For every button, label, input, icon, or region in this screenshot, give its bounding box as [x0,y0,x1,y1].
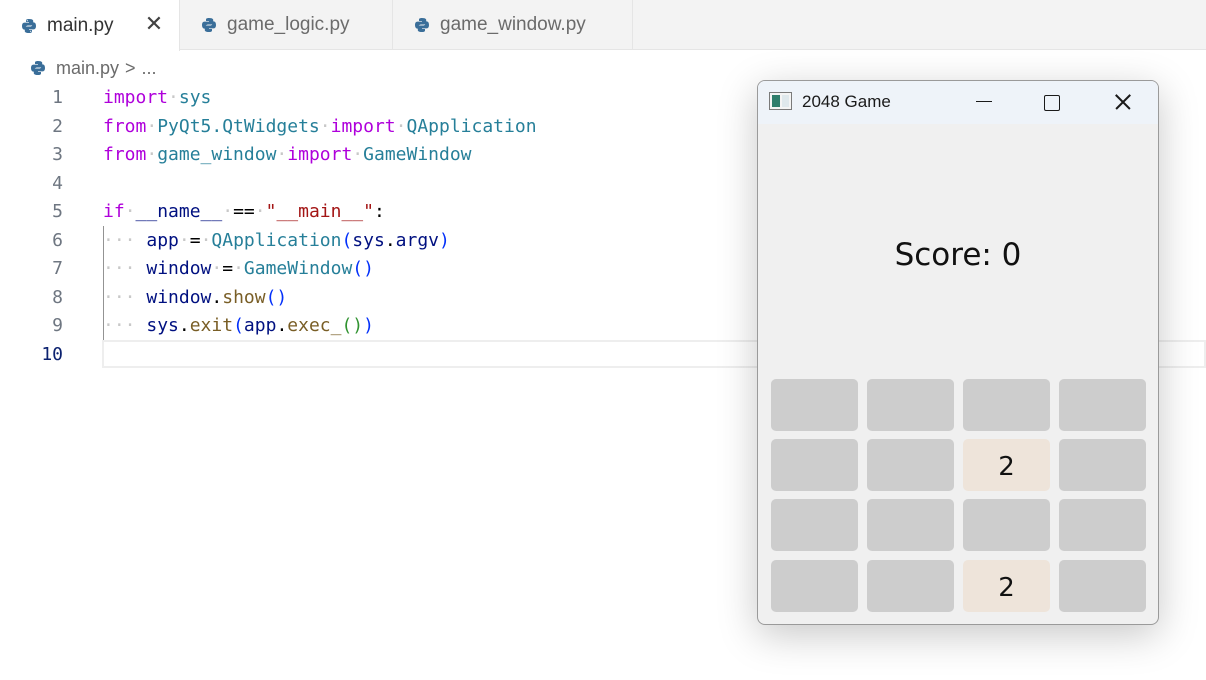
grid-tile [867,379,954,431]
code-text: from·PyQt5.QtWidgets·import·QApplication [103,115,537,137]
grid-tile [771,439,858,491]
grid-tile [771,560,858,612]
line-number: 2 [52,115,63,137]
grid-tile [963,379,1050,431]
breadcrumb-file[interactable]: main.py [56,58,119,79]
grid-tile [867,499,954,551]
python-icon [202,18,216,32]
chevron-right-icon: > [125,57,136,78]
tab-main-py[interactable]: main.py ✕ [0,0,180,51]
window-title-bar[interactable]: 2048 Game [758,81,1158,124]
code-text: ··· sys.exit(app.exec_()) [103,315,374,336]
grid-tile [1059,560,1146,612]
tab-game-window-py[interactable]: game_window.py [393,0,633,50]
grid-tile [1059,379,1146,431]
tab-label: game_window.py [440,14,586,35]
tab-label: main.py [47,14,114,36]
score-label: Score: 0 [894,237,1022,273]
grid-tile: 2 [963,560,1050,612]
python-icon [22,18,36,33]
app-icon [769,92,792,110]
line-number: 1 [52,87,63,108]
tab-bar: main.py ✕ game_logic.py game_window.py [0,0,1206,51]
game-window[interactable]: 2048 Game Score: 0 2 2 [757,80,1159,625]
line-number: 6 [52,229,63,251]
grid-tile [771,379,858,431]
python-icon [415,18,429,32]
line-number: 8 [52,286,63,308]
minimize-icon[interactable] [954,81,1014,124]
line-number: 9 [52,315,63,336]
line-number: 7 [52,258,63,279]
grid-tile [771,499,858,551]
code-text: ··· window.show() [103,286,288,308]
line-number: 4 [52,172,63,194]
grid-tile [1059,439,1146,491]
grid-tile [963,499,1050,551]
code-text: ··· window·=·GameWindow() [103,258,374,279]
grid-tile [867,439,954,491]
game-grid: 2 2 [771,379,1147,612]
line-number: 3 [52,144,63,165]
close-icon[interactable] [1093,81,1153,124]
line-number: 5 [52,201,63,222]
code-text: ··· app·=·QApplication(sys.argv) [103,229,450,251]
grid-tile [867,560,954,612]
code-text: from·game_window·import·GameWindow [103,144,472,165]
grid-tile: 2 [963,439,1050,491]
window-title: 2048 Game [802,92,891,111]
line-number: 10 [41,343,63,365]
breadcrumb: main.py > ... [30,55,157,81]
python-icon [31,61,45,75]
tab-label: game_logic.py [227,14,350,35]
tab-game-logic-py[interactable]: game_logic.py [180,0,393,50]
maximize-icon[interactable] [1022,81,1082,124]
grid-tile [1059,499,1146,551]
close-icon[interactable]: ✕ [143,13,165,35]
breadcrumb-ellipsis[interactable]: ... [142,58,157,79]
code-text: if·__name__·==·"__main__": [103,201,385,222]
code-text: import·sys [103,87,212,108]
